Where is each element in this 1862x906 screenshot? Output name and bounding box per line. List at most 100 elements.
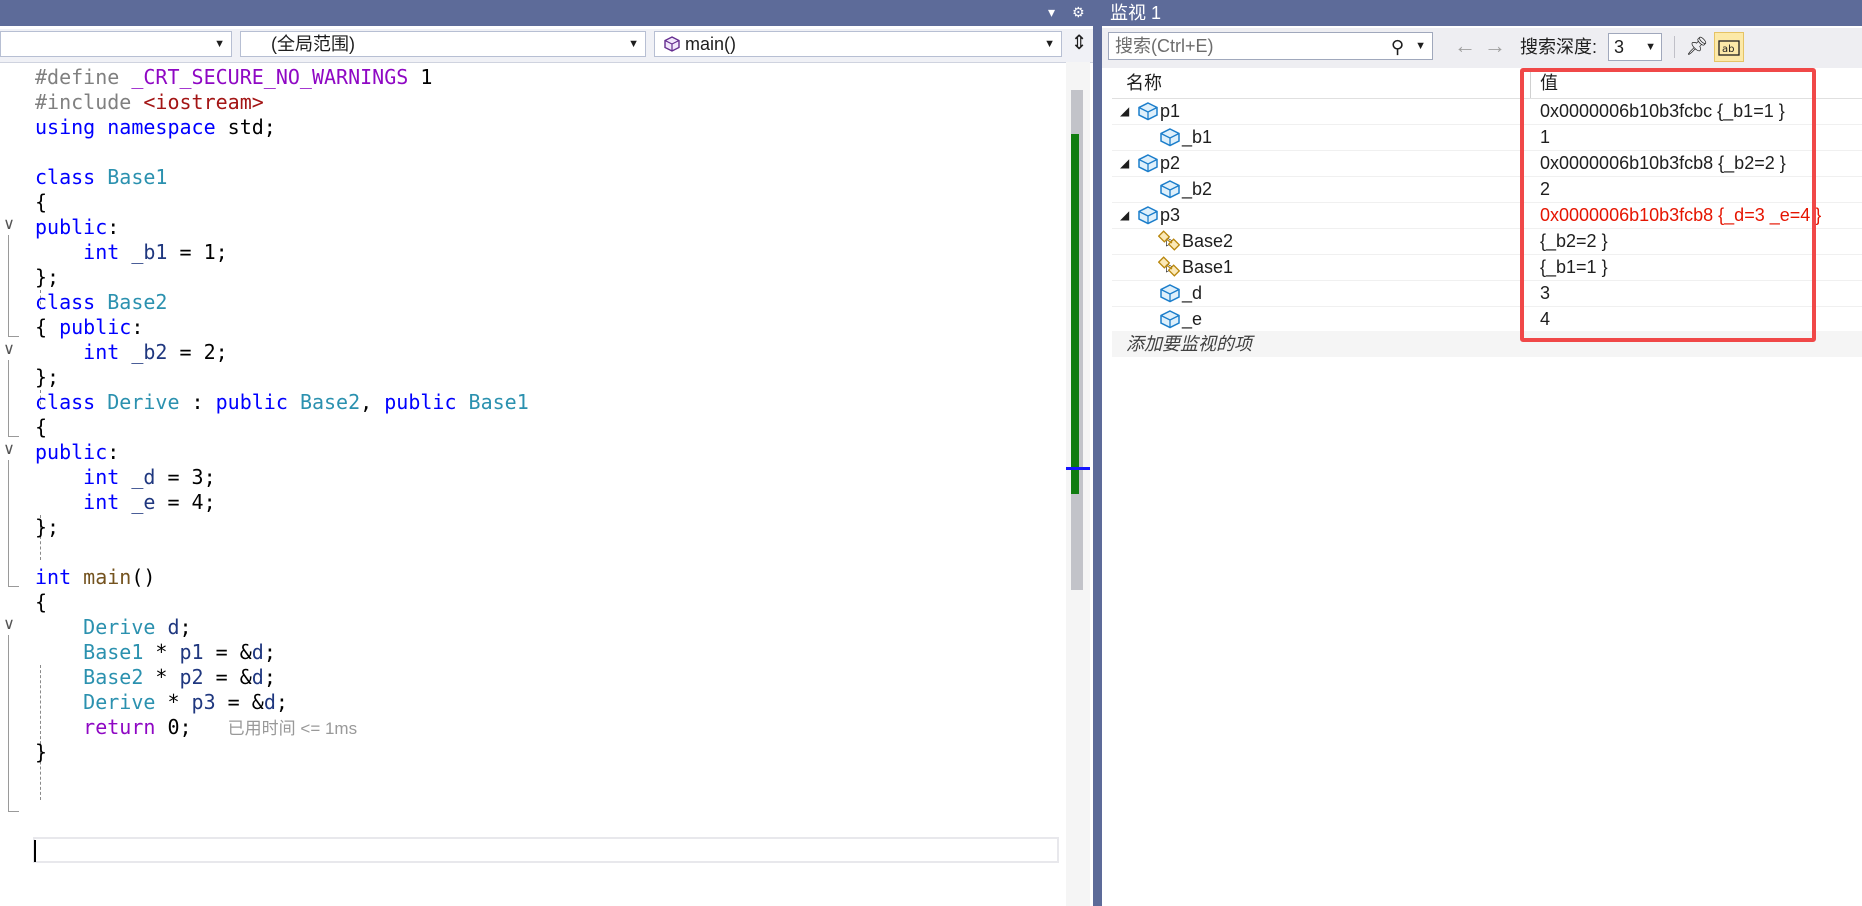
expanded-triangle-icon[interactable]: ◢ <box>1120 101 1129 121</box>
code-token: { <box>35 315 60 339</box>
code-token: _b1 <box>131 240 168 264</box>
project-combo[interactable]: ▼ <box>0 31 232 57</box>
code-token: public <box>384 390 457 414</box>
collapse-chevron-icon[interactable]: ∨ <box>0 440 18 460</box>
gear-icon[interactable]: ⚙ <box>1072 2 1085 22</box>
chevron-down-icon: ▼ <box>628 38 639 50</box>
expanded-triangle-icon[interactable]: ◢ <box>1120 153 1129 173</box>
pin-icon[interactable]: 📌︎ <box>1682 32 1712 62</box>
outline-region <box>8 235 19 337</box>
code-token: ; <box>179 615 192 639</box>
collapse-chevron-icon[interactable]: ∨ <box>0 215 18 235</box>
code-token: d <box>251 665 264 689</box>
code-token: public <box>35 440 108 464</box>
outline-region <box>8 635 19 812</box>
editor-vertical-scrollbar[interactable] <box>1066 62 1090 906</box>
base-class-icon <box>1157 230 1182 252</box>
base-class-icon <box>1157 256 1182 278</box>
watch-item-name: _b2 <box>1182 179 1213 199</box>
code-token: std; <box>215 115 276 139</box>
outline-region <box>8 360 19 437</box>
code-token: namespace <box>107 115 216 139</box>
code-token: Base2 <box>107 290 168 314</box>
code-token: main <box>83 565 132 589</box>
collapse-chevron-icon[interactable]: ∨ <box>0 340 18 360</box>
value-column-highlight-box <box>1520 68 1816 342</box>
code-token: public <box>35 215 108 239</box>
ab-icon: ab <box>1718 40 1740 56</box>
field-cube-icon <box>1136 204 1160 226</box>
code-line[interactable]: } <box>35 737 47 767</box>
method-cube-icon <box>664 36 680 52</box>
search-depth-label: 搜索深度: <box>1520 37 1598 57</box>
code-token: 已用时间 <= 1ms <box>227 719 358 738</box>
code-line[interactable]: int _b1 = 1; <box>35 237 228 267</box>
search-previous-arrow-icon[interactable]: ← <box>1454 34 1476 58</box>
code-line[interactable]: }; <box>35 512 59 542</box>
pane-splitter[interactable] <box>1093 0 1102 906</box>
search-next-arrow-icon[interactable]: → <box>1484 34 1506 58</box>
column-header-name[interactable]: 名称 <box>1126 70 1162 96</box>
code-editor-pane: ▾ ⚙ ▼ (全局范围) ▼ main() ▼ ⇕ ∨ ∨ ∨ ∨ #defin… <box>0 0 1100 906</box>
member-combo[interactable]: main() ▼ <box>654 31 1062 57</box>
code-token: { <box>35 415 48 439</box>
code-token: int <box>83 240 120 264</box>
watch-item-name: p1 <box>1160 101 1181 121</box>
code-token: * <box>143 640 180 664</box>
code-token: : <box>179 390 216 414</box>
code-line[interactable]: int _b2 = 2; <box>35 337 228 367</box>
code-token: ; <box>263 640 276 664</box>
expanded-triangle-icon[interactable]: ◢ <box>1120 205 1129 225</box>
code-line[interactable]: using namespace std; <box>35 112 276 142</box>
search-depth-select[interactable]: 3 ▼ <box>1608 33 1662 61</box>
field-cube-icon <box>1158 178 1182 200</box>
code-token: }; <box>35 265 60 289</box>
scope-combo[interactable]: (全局范围) ▼ <box>240 31 646 57</box>
field-cube-icon <box>1158 126 1182 148</box>
code-line[interactable]: class Base1 <box>35 162 167 192</box>
code-token: : <box>107 440 120 464</box>
code-token: ; <box>263 665 276 689</box>
changes-margin-marker <box>1071 134 1079 494</box>
split-window-icon[interactable]: ⇕ <box>1066 31 1092 57</box>
code-line[interactable]: class Derive : public Base2, public Base… <box>35 387 529 417</box>
text-caret <box>34 840 36 862</box>
code-token: 0; <box>155 715 228 739</box>
code-token: : <box>131 315 144 339</box>
chevron-down-icon: ▼ <box>1645 41 1656 53</box>
watch-search-input[interactable]: 搜索(Ctrl+E) ⚲ ▼ <box>1108 32 1433 60</box>
code-token: class <box>35 390 96 414</box>
code-token: _e <box>131 490 156 514</box>
code-token: using <box>35 115 96 139</box>
hex-display-toggle-icon[interactable]: ab <box>1714 32 1744 62</box>
code-token: Derive <box>107 390 180 414</box>
code-line[interactable]: int main() <box>35 562 155 592</box>
code-token: { <box>35 190 48 214</box>
code-token: * <box>143 665 180 689</box>
collapse-chevron-icon[interactable]: ∨ <box>0 615 18 635</box>
watch-item-name: p2 <box>1160 153 1181 173</box>
chevron-down-icon[interactable]: ▼ <box>1415 33 1426 59</box>
code-line[interactable]: int _e = 4; <box>35 487 215 517</box>
code-line[interactable]: return 0; 已用时间 <= 1ms <box>35 712 357 742</box>
search-icon[interactable]: ⚲ <box>1391 34 1404 60</box>
tab-dropdown-icon[interactable]: ▾ <box>1048 2 1055 22</box>
code-area[interactable]: ∨ ∨ ∨ ∨ #define _CRT_SECURE_NO_WARNINGS … <box>0 62 1062 906</box>
code-token: int <box>83 490 120 514</box>
code-token: class <box>35 165 96 189</box>
code-token: _b2 <box>131 340 168 364</box>
code-token: _d <box>131 465 156 489</box>
